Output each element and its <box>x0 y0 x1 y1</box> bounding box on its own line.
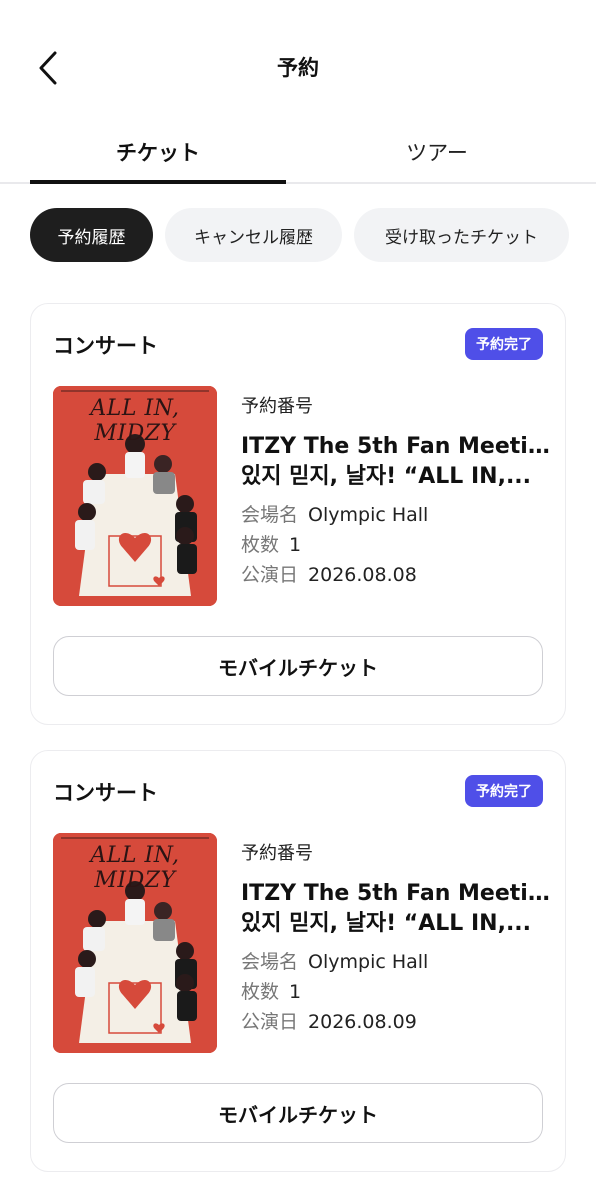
quantity-value: 1 <box>289 981 302 1003</box>
event-title: ITZY The 5th Fan Meeting 있지 믿지, 날자! “ALL… <box>241 879 551 939</box>
venue-row: 会場名 Olympic Hall <box>241 947 551 973</box>
status-badge: 予約完了 <box>465 775 543 807</box>
event-title-line-2: 있지 믿지, 날자! “ALL IN,... <box>241 911 532 936</box>
event-title: ITZY The 5th Fan Meeting 있지 믿지, 날자! “ALL… <box>241 432 551 492</box>
reservation-number-label: 予約番号 <box>241 396 313 417</box>
quantity-row: 枚数 1 <box>241 977 551 1003</box>
status-badge: 予約完了 <box>465 328 543 360</box>
reservation-info: 予約番号 ITZY The 5th Fan Meeting 있지 믿지, 날자!… <box>241 392 551 586</box>
tab-tours[interactable]: ツアー <box>298 120 576 184</box>
venue-label: 会場名 <box>241 504 299 526</box>
reservation-info: 予約番号 ITZY The 5th Fan Meeting 있지 믿지, 날자!… <box>241 839 551 1033</box>
quantity-label: 枚数 <box>241 981 280 1003</box>
quantity-row: 枚数 1 <box>241 530 551 556</box>
event-poster: ALL IN, MIDZY <box>53 833 217 1053</box>
event-poster: ALL IN, MIDZY <box>53 386 217 606</box>
tab-tickets[interactable]: チケット <box>30 120 286 184</box>
chip-reservation-history[interactable]: 予約履歴 <box>30 208 153 262</box>
poster-rule <box>61 837 209 839</box>
venue-row: 会場名 Olympic Hall <box>241 500 551 526</box>
venue-value: Olympic Hall <box>308 504 429 526</box>
date-value: 2026.08.08 <box>308 564 417 586</box>
active-tab-indicator <box>30 180 286 184</box>
date-label: 公演日 <box>241 564 299 586</box>
date-row: 公演日 2026.08.08 <box>241 560 551 586</box>
tab-bar: チケット ツアー <box>0 120 596 184</box>
venue-label: 会場名 <box>241 951 299 973</box>
chip-cancel-history[interactable]: キャンセル履歴 <box>165 208 342 262</box>
page-title: 予約 <box>277 56 319 80</box>
chip-received-tickets[interactable]: 受け取ったチケット <box>354 208 569 262</box>
quantity-label: 枚数 <box>241 534 280 556</box>
app-header: 予約 <box>0 0 596 120</box>
date-value: 2026.08.09 <box>308 1011 417 1033</box>
reservation-card[interactable]: コンサート 予約完了 ALL IN, MIDZY 予約番号 ITZY The 5… <box>30 303 566 725</box>
reservation-card[interactable]: コンサート 予約完了 ALL IN, MIDZY 予約番号 ITZY The 5… <box>30 750 566 1172</box>
event-title-line-1: ITZY The 5th Fan Meeting <box>241 434 551 459</box>
reservation-number-label: 予約番号 <box>241 843 313 864</box>
poster-title: ALL IN, MIDZY <box>90 396 180 446</box>
event-title-line-2: 있지 믿지, 날자! “ALL IN,... <box>241 464 532 489</box>
mobile-ticket-button[interactable]: モバイルチケット <box>53 636 543 696</box>
category-label: コンサート <box>53 781 158 805</box>
poster-title: ALL IN, MIDZY <box>90 843 180 893</box>
date-row: 公演日 2026.08.09 <box>241 1007 551 1033</box>
event-title-line-1: ITZY The 5th Fan Meeting <box>241 881 551 906</box>
quantity-value: 1 <box>289 534 302 556</box>
poster-rule <box>61 390 209 392</box>
venue-value: Olympic Hall <box>308 951 429 973</box>
mobile-ticket-button[interactable]: モバイルチケット <box>53 1083 543 1143</box>
date-label: 公演日 <box>241 1011 299 1033</box>
category-label: コンサート <box>53 334 158 358</box>
